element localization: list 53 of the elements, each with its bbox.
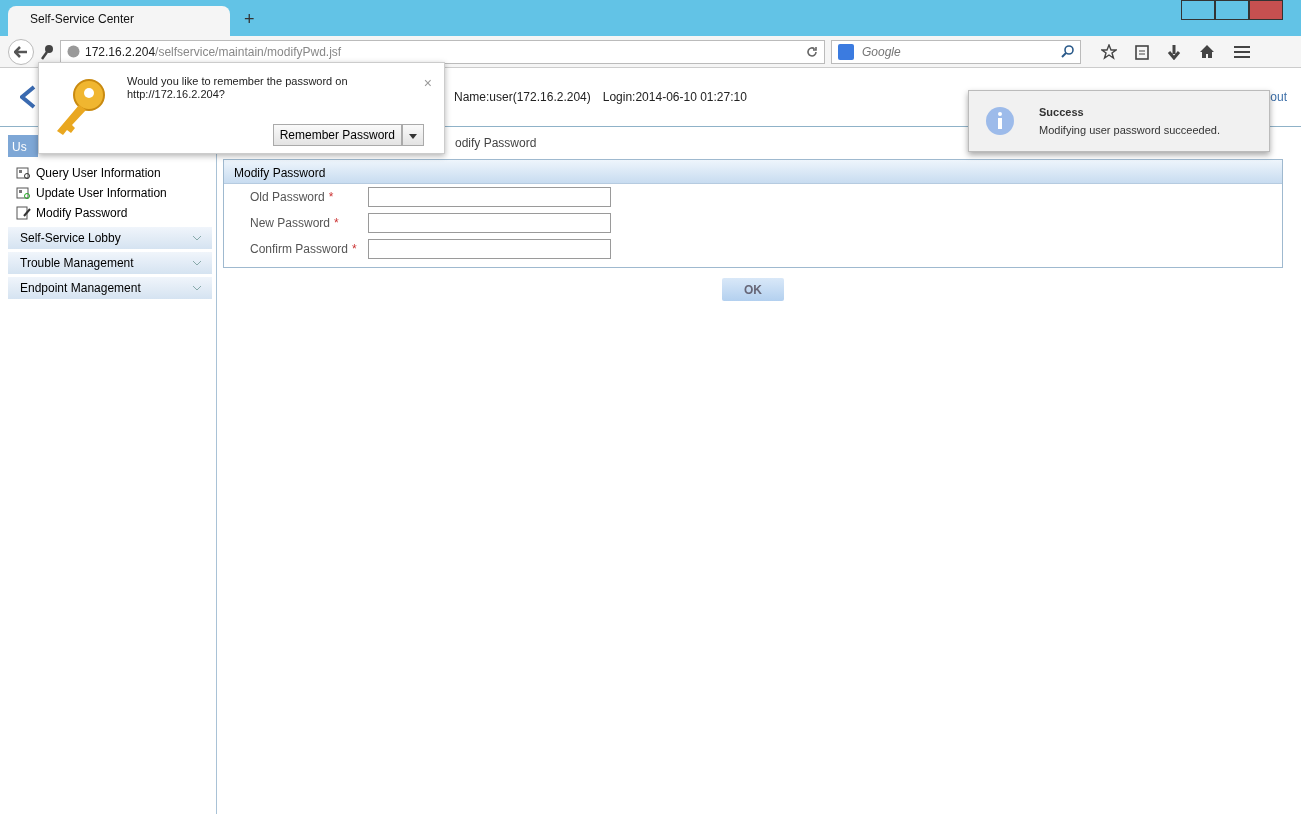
menu-icon[interactable] xyxy=(1233,44,1251,59)
search-icon[interactable] xyxy=(1061,45,1074,58)
toast-title: Success xyxy=(1039,106,1085,118)
sidebar-item[interactable]: Update User Information xyxy=(8,183,212,203)
field-label: Old Password * xyxy=(250,190,335,204)
new-tab-button[interactable]: + xyxy=(244,9,255,30)
back-arrow-icon xyxy=(14,45,28,58)
star-icon[interactable] xyxy=(1101,43,1117,60)
chevron-down-icon xyxy=(192,260,202,266)
caret-icon xyxy=(409,134,417,139)
download-icon[interactable] xyxy=(1167,43,1181,60)
sidebar-item[interactable]: Query User Information xyxy=(8,163,212,183)
dropdown-button[interactable] xyxy=(402,124,424,146)
login-time: Login:2014-06-10 01:27:10 xyxy=(602,90,747,104)
back-button[interactable] xyxy=(8,38,34,65)
prompt-message: Would you like to remember the password on xyxy=(127,75,349,87)
remember-password-button[interactable]: Remember Password xyxy=(272,124,402,146)
globe-icon xyxy=(67,45,80,58)
sidebar-group[interactable]: Self-Service Lobby xyxy=(8,227,212,249)
url-path: /selfservice/maintain/modifyPwd.jsf xyxy=(155,44,343,59)
close-button[interactable] xyxy=(1249,0,1283,20)
password-field[interactable] xyxy=(368,187,611,207)
field-label: Confirm Password * xyxy=(250,242,358,256)
field-label: New Password * xyxy=(250,216,340,230)
prompt-site: http://172.16.2.204? xyxy=(127,88,226,100)
document-pen-icon xyxy=(16,206,32,220)
maximize-button[interactable] xyxy=(1215,0,1249,20)
chevron-down-icon xyxy=(192,235,202,241)
user-name: Name:user(172.16.2.204) xyxy=(454,90,591,104)
key-icon[interactable] xyxy=(40,43,54,60)
breadcrumb: odify Password xyxy=(455,136,537,150)
home-icon[interactable] xyxy=(1199,44,1215,59)
browser-tab[interactable]: Self-Service Center xyxy=(8,6,230,36)
sidebar-group[interactable]: Endpoint Management xyxy=(8,277,212,299)
search-field[interactable]: Google xyxy=(831,39,1081,64)
minimize-button[interactable] xyxy=(1181,0,1215,20)
password-field[interactable] xyxy=(368,213,611,233)
password-field[interactable] xyxy=(368,239,611,259)
clipboard-icon[interactable] xyxy=(1135,43,1149,60)
panel-title: Modify Password xyxy=(224,160,1282,184)
reload-icon[interactable] xyxy=(806,45,818,58)
info-icon xyxy=(985,106,1015,136)
url-host: 172.16.2.204 xyxy=(85,44,156,59)
sidebar-item[interactable]: Modify Password xyxy=(8,203,212,223)
card-search-icon xyxy=(16,166,32,180)
ok-button[interactable]: OK xyxy=(722,278,784,301)
chevron-down-icon xyxy=(192,285,202,291)
address-bar[interactable]: 172.16.2.204/selfservice/maintain/modifyPwd.jsf xyxy=(60,39,825,64)
toast-message: Modifying user password succeeded. xyxy=(1039,124,1220,136)
logout-link[interactable]: out xyxy=(1270,90,1287,104)
card-refresh-icon xyxy=(16,186,32,200)
sidebar-group[interactable]: Trouble Management xyxy=(8,252,212,274)
search-engine-icon xyxy=(838,43,854,60)
